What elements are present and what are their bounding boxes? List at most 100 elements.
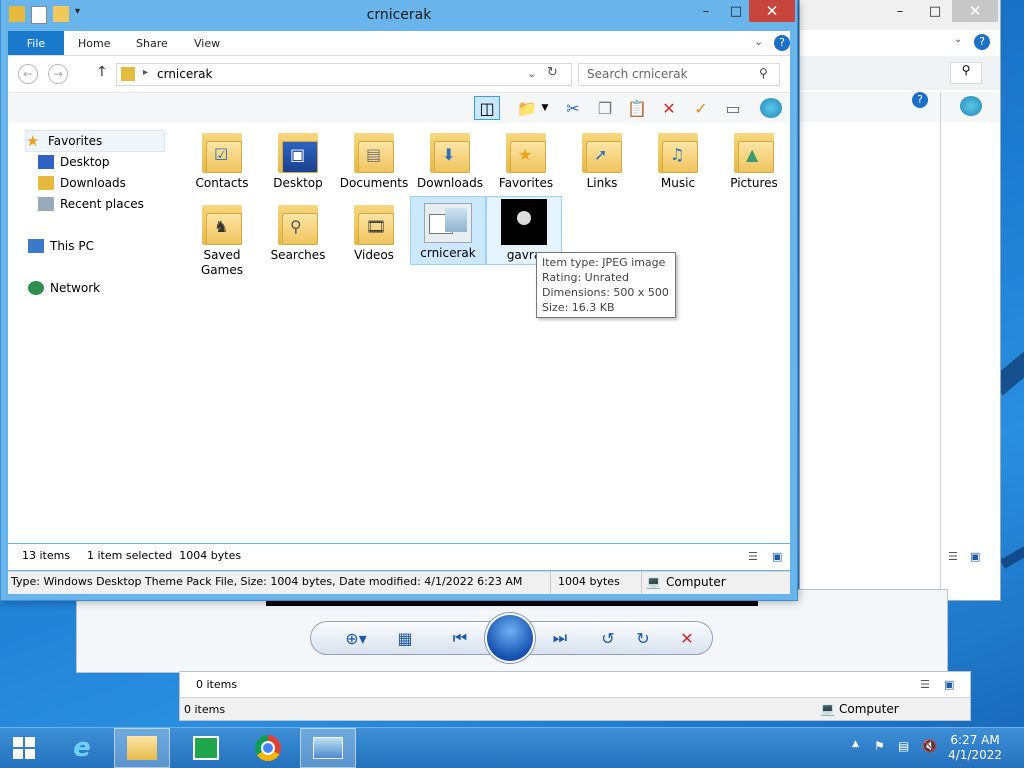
preview-pane-icon[interactable]: ◫ xyxy=(474,96,500,120)
tab-file[interactable]: File xyxy=(8,31,64,55)
help-icon[interactable]: ? xyxy=(974,34,990,50)
paste-icon[interactable]: 📋 xyxy=(624,96,650,120)
rotate-right-icon[interactable]: ↻ xyxy=(630,621,656,655)
cut-icon[interactable]: ✂ xyxy=(560,96,586,120)
start-button[interactable] xyxy=(0,728,48,768)
nav-desktop[interactable]: Desktop xyxy=(38,152,110,172)
back-icon[interactable]: ← xyxy=(18,64,38,84)
maximize-button[interactable]: □ xyxy=(721,0,751,22)
item-label: Links xyxy=(586,176,618,190)
ribbon-tabs: File Home Share View ⌄ ? xyxy=(8,31,790,56)
folder-videos[interactable]: 🎞 Videos xyxy=(338,195,410,263)
folder-downloads[interactable]: ⬇ Downloads xyxy=(414,123,486,191)
system-clock[interactable]: 6:27 AM 4/1/2022 xyxy=(948,733,1002,763)
delete-icon[interactable]: ✕ xyxy=(674,621,700,655)
next-icon[interactable]: ⏭ xyxy=(540,621,580,655)
item-label: Contacts xyxy=(195,176,249,190)
seashell-icon[interactable] xyxy=(758,96,784,120)
view-tiles-icon[interactable]: ▣ xyxy=(970,550,980,563)
properties-icon[interactable]: ▭ xyxy=(720,96,746,120)
address-box[interactable]: ▸ crnicerak ⌄ ↻ xyxy=(116,63,572,86)
folder-options-icon[interactable]: 📁 xyxy=(514,96,540,120)
item-label: Pictures xyxy=(730,176,778,190)
file-explorer-button[interactable] xyxy=(114,728,170,768)
file-crnicerak[interactable]: crnicerak xyxy=(411,197,485,264)
minimize-button[interactable]: – xyxy=(691,0,721,22)
zoom-icon[interactable]: ⊕▾ xyxy=(338,621,374,655)
nav-desktop-label: Desktop xyxy=(60,155,110,169)
help-icon[interactable]: ? xyxy=(774,35,790,51)
tab-view[interactable]: View xyxy=(194,31,220,55)
details-info: Type: Windows Desktop Theme Pack File, S… xyxy=(11,575,523,588)
chevron-down-icon[interactable]: ▼ xyxy=(538,96,552,120)
up-icon[interactable]: ↑ xyxy=(96,64,108,80)
search-icon[interactable]: ⚲ xyxy=(759,66,768,80)
folder-documents[interactable]: ▤ Documents xyxy=(338,123,410,191)
maximize-button[interactable]: □ xyxy=(920,0,950,22)
folder-desktop[interactable]: ▣ Desktop xyxy=(262,123,334,191)
item-label: Favorites xyxy=(498,176,554,190)
searches-icon: ⚲ xyxy=(290,217,302,236)
address-path[interactable]: crnicerak xyxy=(157,67,212,81)
tab-share[interactable]: Share xyxy=(136,31,168,55)
folder-pictures[interactable]: ▲ Pictures xyxy=(718,123,790,191)
network-tray-icon[interactable]: ▤ xyxy=(898,739,909,753)
item-count: 13 items xyxy=(22,549,71,562)
search-box[interactable]: Search crnicerak ⚲ xyxy=(578,63,780,86)
volume-muted-icon[interactable]: 🔇 xyxy=(922,739,937,753)
content-area: ★ Favorites Desktop Downloads Recent pla… xyxy=(8,123,790,543)
music-icon: ♫ xyxy=(670,145,685,164)
nav-favorites[interactable]: ★ Favorites xyxy=(26,131,164,151)
photo-viewer-button[interactable] xyxy=(300,728,356,768)
nav-network[interactable]: Network xyxy=(28,278,100,298)
show-hidden-icons-icon[interactable]: ▲ xyxy=(852,739,859,749)
videos-icon: 🎞 xyxy=(366,217,387,236)
nav-recent-places[interactable]: Recent places xyxy=(38,194,144,214)
view-tiles-icon[interactable]: ▣ xyxy=(944,678,954,691)
folder-contacts[interactable]: ☑ Contacts xyxy=(186,123,258,191)
view-details-icon[interactable]: ☰ xyxy=(920,678,930,691)
slideshow-button[interactable] xyxy=(487,615,533,661)
rename-check-icon[interactable]: ✓ xyxy=(688,96,714,120)
action-center-icon[interactable]: ⚑ xyxy=(874,739,885,753)
item-label: Documents xyxy=(339,176,409,190)
background-window: – □ ✕ ? ⌄ ⚲ ? ☰ ▣ xyxy=(800,0,1000,600)
title-bar[interactable]: ▾ crnicerak – □ ✕ xyxy=(1,0,797,30)
search-input[interactable]: Search crnicerak xyxy=(587,67,688,81)
refresh-icon[interactable]: ↻ xyxy=(547,65,558,80)
folder-searches[interactable]: ⚲ Searches xyxy=(262,195,334,263)
nav-downloads[interactable]: Downloads xyxy=(38,173,126,193)
view-tiles-icon[interactable]: ▣ xyxy=(772,550,782,563)
rotate-left-icon[interactable]: ↺ xyxy=(595,621,621,655)
status-bar: 13 items 1 item selected 1004 bytes ☰ ▣ xyxy=(8,544,790,570)
close-button[interactable]: ✕ xyxy=(749,0,795,22)
store-button[interactable] xyxy=(178,728,234,768)
close-button[interactable]: ✕ xyxy=(952,0,998,22)
folder-music[interactable]: ♫ Music xyxy=(642,123,714,191)
chevron-down-icon[interactable]: ⌄ xyxy=(954,34,962,45)
seashell-icon[interactable] xyxy=(960,96,982,116)
help-icon[interactable]: ? xyxy=(912,92,928,108)
chevron-down-icon[interactable]: ⌄ xyxy=(754,35,763,48)
selection-info: 1 item selected 1004 bytes xyxy=(87,549,242,562)
minimize-button[interactable]: – xyxy=(885,0,915,22)
folder-icon xyxy=(127,736,157,760)
previous-icon[interactable]: ⏮ xyxy=(440,621,480,655)
tab-home[interactable]: Home xyxy=(78,31,110,55)
folder-links[interactable]: ➚ Links xyxy=(566,123,638,191)
folder-favorites[interactable]: ★ Favorites xyxy=(490,123,562,191)
fit-window-icon[interactable]: ▦ xyxy=(390,621,420,655)
copy-icon[interactable]: ❐ xyxy=(592,96,618,120)
delete-icon[interactable]: ✕ xyxy=(656,96,682,120)
background-window-titlebar[interactable]: – □ ✕ xyxy=(800,0,1000,30)
chevron-right-icon[interactable]: ▸ xyxy=(143,67,148,78)
chrome-button[interactable] xyxy=(240,728,296,768)
internet-explorer-button[interactable]: e xyxy=(54,728,110,768)
chevron-down-icon[interactable]: ⌄ xyxy=(527,67,536,80)
folder-saved-games[interactable]: ♞ Saved Games xyxy=(186,195,258,278)
search-icon[interactable]: ⚲ xyxy=(950,62,982,84)
view-details-icon[interactable]: ☰ xyxy=(948,550,958,563)
forward-icon[interactable]: → xyxy=(48,64,68,84)
nav-this-pc[interactable]: This PC xyxy=(28,236,94,256)
view-details-icon[interactable]: ☰ xyxy=(748,550,758,563)
